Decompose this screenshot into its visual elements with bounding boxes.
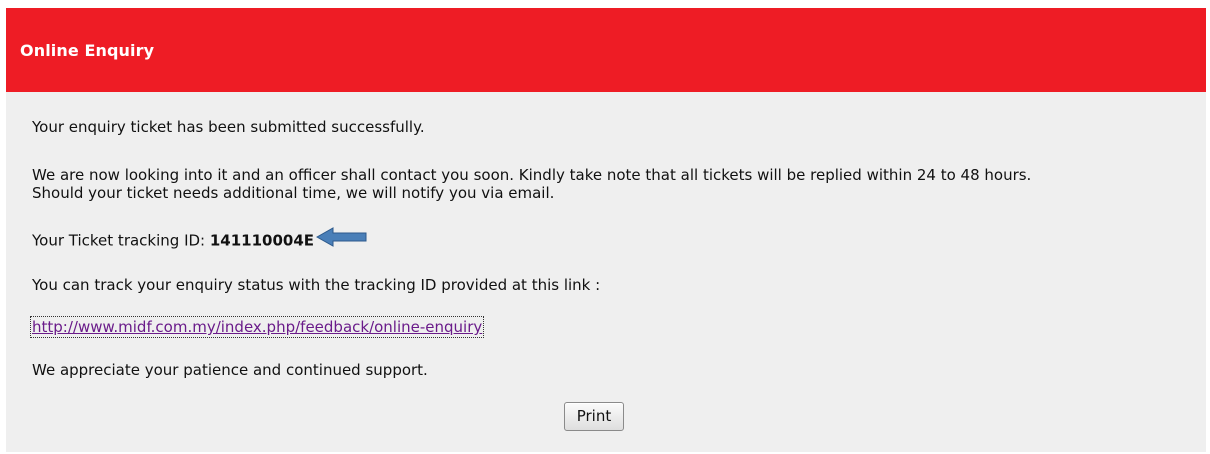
- notice-line-2: Should your ticket needs additional time…: [32, 184, 555, 202]
- tracking-label: Your Ticket tracking ID:: [32, 231, 210, 250]
- left-arrow-icon: [316, 227, 368, 252]
- link-line: http://www.midf.com.my/index.php/feedbac…: [29, 316, 485, 338]
- header-title: Online Enquiry: [20, 40, 155, 60]
- panel-header: Online Enquiry: [6, 8, 1206, 92]
- print-container: Print: [6, 402, 1206, 431]
- notice-line-1: We are now looking into it and an office…: [32, 166, 1032, 184]
- success-message: Your enquiry ticket has been submitted s…: [32, 118, 425, 136]
- ticket-id: 141110004E: [209, 231, 315, 250]
- closing-message: We appreciate your patience and continue…: [32, 361, 428, 379]
- print-button[interactable]: Print: [563, 402, 625, 431]
- track-info: You can track your enquiry status with t…: [32, 276, 601, 294]
- tracking-line: Your Ticket tracking ID: 141110004E: [32, 227, 368, 252]
- online-enquiry-link[interactable]: http://www.midf.com.my/index.php/feedbac…: [29, 316, 485, 338]
- enquiry-panel: Online Enquiry Your enquiry ticket has b…: [6, 8, 1206, 452]
